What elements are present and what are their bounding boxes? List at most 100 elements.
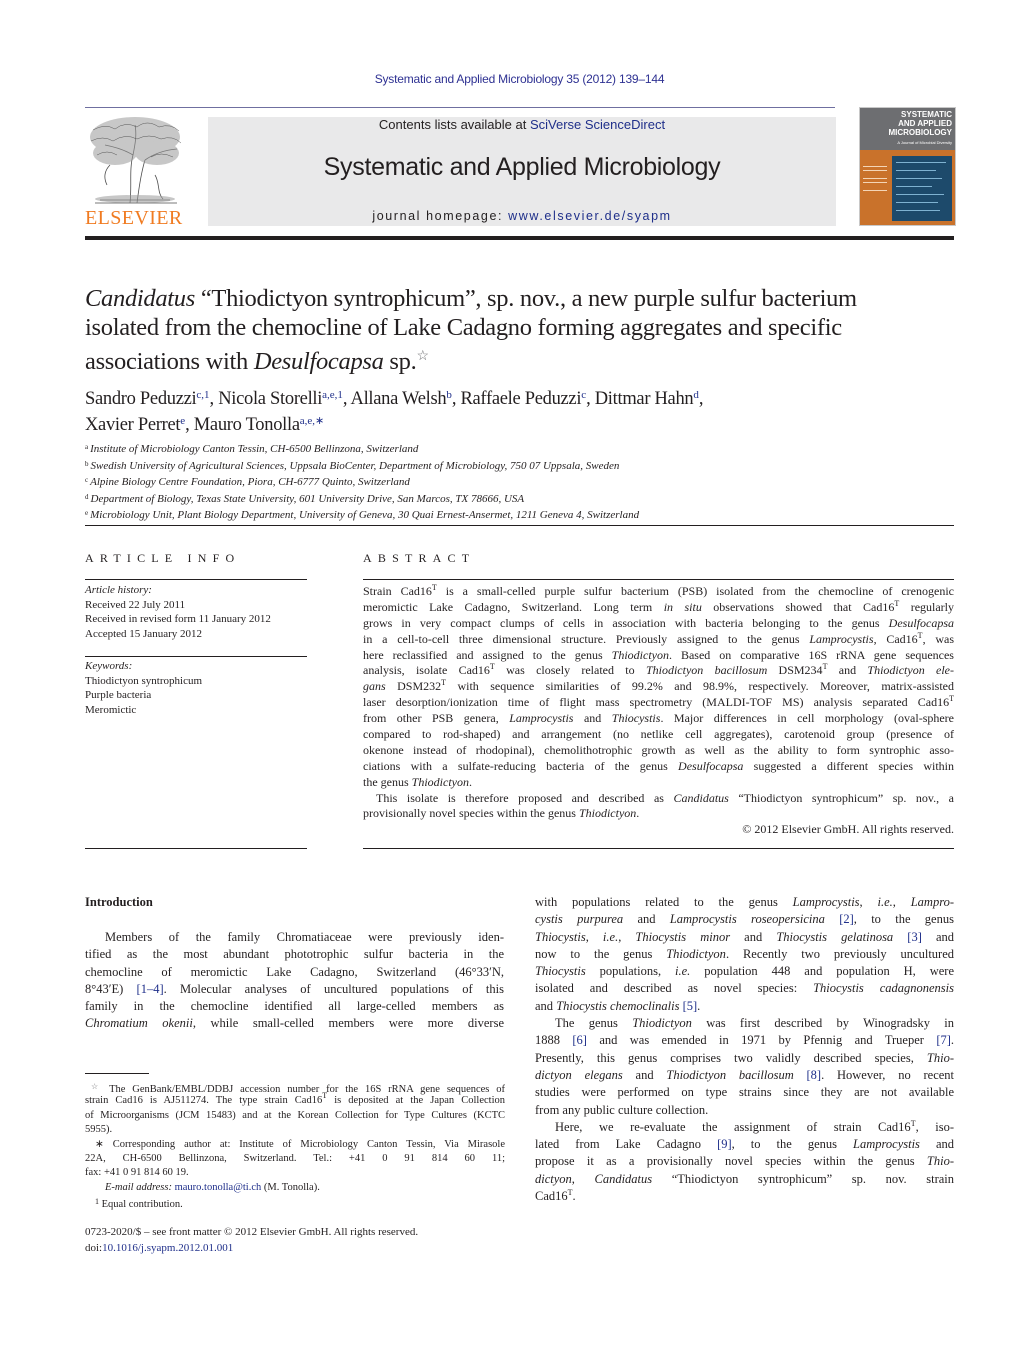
cover-decoration	[896, 186, 932, 187]
body-line: 1888 [6] and was emended in 1971 by Pfen…	[535, 1033, 955, 1048]
running-head[interactable]: Systematic and Applied Microbiology 35 (…	[0, 72, 1021, 86]
author[interactable]: Mauro Tonollaa,e,∗	[194, 415, 324, 435]
abstract-line: the genus Thiodictyon.	[363, 774, 472, 789]
elsevier-logo[interactable]: ELSEVIER	[85, 115, 203, 229]
affiliation-text: Institute of Microbiology Canton Tessin,…	[90, 443, 419, 455]
body-line: dictyon, Candidatus “Thiodictyon syntrop…	[535, 1171, 954, 1186]
citation-link[interactable]: [9]	[717, 1137, 732, 1151]
email-suffix: (M. Tonolla).	[261, 1181, 320, 1193]
footnote-mark-icon: ☆	[91, 1082, 103, 1091]
abstract-line: okenone instead of rhodopinal), chemolit…	[363, 742, 954, 757]
affiliation: d Department of Biology, Texas State Univ…	[85, 490, 965, 507]
author[interactable]: Raffaele Peduzzic	[460, 389, 586, 409]
italic-text: Thiodictyon	[411, 774, 469, 789]
journal-title: Systematic and Applied Microbiology	[323, 153, 721, 181]
citation-link[interactable]: [5]	[683, 999, 698, 1013]
italic-text: Lampro-	[910, 895, 955, 909]
italic-text: dictyon	[535, 1171, 572, 1186]
body-line: cystis purpurea and Lamprocystis roseope…	[535, 912, 954, 927]
introduction-left-column: Members of the family Chromatiaceae were…	[85, 929, 504, 1033]
citation-link[interactable]: [2]	[839, 912, 854, 926]
superscript: T	[894, 598, 900, 608]
italic-text: Desulfocapsa	[678, 758, 744, 773]
abstract-bottom-rule	[363, 848, 954, 849]
cover-decoration	[863, 178, 887, 179]
body-line: family in the chemocline identified all …	[85, 999, 504, 1014]
citation-link[interactable]: [6]	[572, 1033, 587, 1047]
history-item: Received 22 July 2011	[85, 598, 186, 611]
citation-link[interactable]: [3]	[907, 930, 922, 944]
author[interactable]: Nicola Storellia,e,1	[218, 389, 343, 409]
italic-text: Thiodictyon	[666, 946, 726, 961]
author-affiliation-sup[interactable]: a,e,1	[322, 389, 343, 401]
footnote-corresponding: ∗ Corresponding author at: Institute of …	[85, 1138, 505, 1181]
cover-decoration	[863, 182, 887, 183]
abstract-line: here reclassified and assigned to the ge…	[363, 647, 954, 662]
article-info-rule	[85, 579, 307, 580]
italic-text: dictyon elegans	[535, 1067, 623, 1082]
italic-text: Thiocystis	[535, 964, 586, 979]
superscript: T	[822, 662, 828, 672]
cover-subtitle: A Journal of Microbial Diversity	[897, 140, 952, 145]
header-thick-rule	[85, 236, 954, 240]
italic-text: Candidatus	[594, 1171, 653, 1186]
body-line: propose it as a provisionally novel spec…	[535, 1154, 954, 1169]
affiliation-letter: b	[85, 459, 89, 468]
author-name: Dittmar Hahn	[594, 389, 694, 409]
homepage-line: journal homepage: www.elsevier.de/syapm	[208, 209, 836, 223]
italic-text: Candidatus	[673, 790, 729, 805]
italic-text: i.e.	[877, 895, 893, 909]
journal-homepage-link[interactable]: www.elsevier.de/syapm	[508, 209, 672, 223]
italic-text: Thiocystis gelatinosa	[776, 929, 894, 944]
affiliation: b Swedish University of Agricultural Scie…	[85, 457, 965, 474]
affiliation: a Institute of Microbiology Canton Tessin…	[85, 440, 965, 457]
footnote-line: strain Cad16 is AJ511274. The type strai…	[85, 1091, 505, 1107]
citation-link[interactable]: [1–4]	[137, 982, 164, 996]
author-affiliation-sup[interactable]: c,1	[196, 389, 209, 401]
doi-prefix: doi:	[85, 1241, 103, 1254]
italic-text: in situ	[663, 599, 702, 614]
footnote-text: Equal contribution.	[101, 1199, 183, 1211]
keywords-label: Keywords:	[85, 660, 133, 672]
abstract-line: grows in very compact clumps of cells in…	[363, 615, 954, 630]
abstract-rule	[363, 579, 954, 580]
citation-link[interactable]: [8]	[807, 1068, 822, 1082]
author-line: Xavier Perrete, Mauro Tonollaa,e,∗	[85, 410, 965, 436]
sciencedirect-link[interactable]: SciVerse ScienceDirect	[530, 117, 665, 132]
author[interactable]: Allana Welshb	[351, 389, 452, 409]
italic-text: Thiodictyon ele-	[867, 663, 955, 678]
title-footnote-star-icon[interactable]: ☆	[416, 349, 429, 364]
italic-text: Desulfocapsa	[888, 615, 954, 630]
title-text: sp.	[383, 348, 417, 375]
author-name: Sandro Peduzzi	[85, 389, 197, 409]
abstract-line: Strain Cad16T is a small-celled purple s…	[363, 583, 954, 599]
body-line: Cad16T.	[535, 1188, 576, 1204]
doi-link[interactable]: 10.1016/j.syapm.2012.01.001	[102, 1242, 233, 1254]
body-line: chemocline of meromictic Lake Cadagno, S…	[85, 964, 504, 979]
keyword[interactable]: Purple bacteria	[85, 688, 315, 703]
email-link[interactable]: mauro.tonolla@ti.ch	[175, 1182, 262, 1193]
footnote-mark: 1	[95, 1197, 99, 1207]
italic-text: Thiocystis	[535, 929, 586, 944]
author[interactable]: Dittmar Hahnd	[595, 389, 699, 409]
cover-title-line: MICROBIOLOGY	[888, 128, 952, 137]
section-divider	[85, 525, 954, 526]
footnote-line: 5955).	[85, 1124, 113, 1136]
italic-text: i.e.	[675, 964, 691, 979]
doi-line: doi:10.1016/j.syapm.2012.01.001	[85, 1241, 418, 1257]
journal-cover-image[interactable]: SYSTEMATIC AND APPLIED MICROBIOLOGY A Jo…	[859, 107, 956, 226]
italic-text: Thiocystis	[611, 711, 661, 726]
author[interactable]: Sandro Peduzzic,1	[85, 389, 210, 409]
body-line: Chromatium okenii, while small-celled me…	[85, 1016, 505, 1031]
affiliation-list: a Institute of Microbiology Canton Tessin…	[85, 440, 965, 523]
italic-text: Lamprocystis	[509, 711, 574, 726]
body-line: with populations related to the genus La…	[535, 895, 955, 909]
history-item: Accepted 15 January 2012	[85, 627, 202, 640]
author-affiliation-sup[interactable]: a,e,∗	[300, 415, 324, 427]
keyword[interactable]: Meromictic	[85, 703, 315, 718]
citation-link[interactable]: [7]	[936, 1033, 951, 1047]
author[interactable]: Xavier Perrete	[85, 415, 185, 435]
keyword[interactable]: Thiodictyon syntrophicum	[85, 674, 315, 689]
body-line: Thiocystis populations, i.e. population …	[535, 964, 954, 979]
affiliation-letter: e	[85, 509, 89, 517]
